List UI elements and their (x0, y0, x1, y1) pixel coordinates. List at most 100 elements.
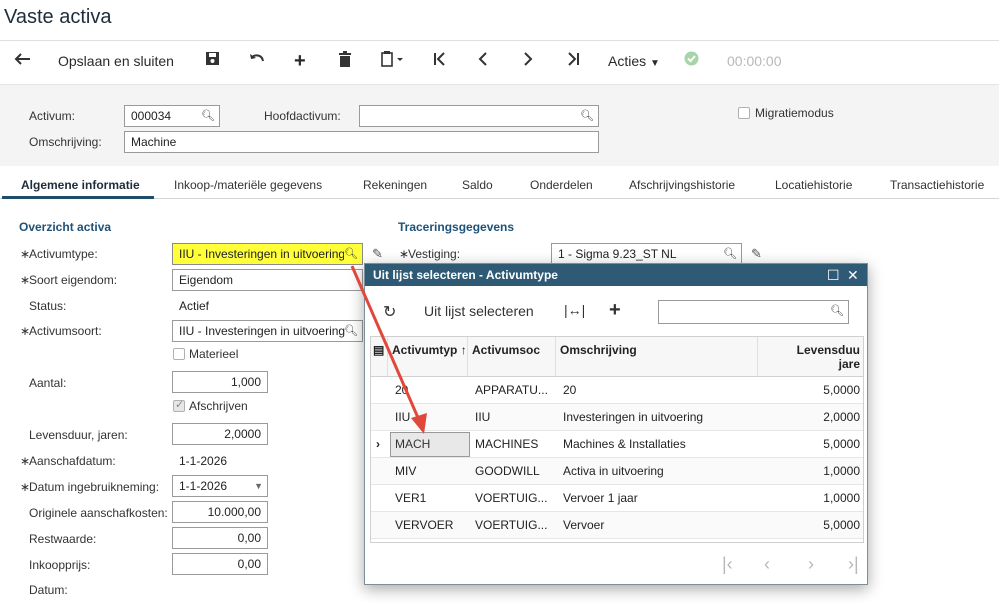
table-row-selected[interactable]: › MACH MACHINES Machines & Installaties … (371, 431, 863, 458)
select-list-dialog: Uit lijst selecteren - Activumtype ☐ ✕ ↻… (364, 263, 868, 585)
close-icon[interactable]: ✕ (847, 264, 859, 286)
levensduur-input[interactable]: 2,0000 (172, 423, 268, 445)
status-value: Actief (179, 299, 210, 313)
active-tab-indicator (2, 196, 154, 199)
tab-algemene-informatie[interactable]: Algemene informatie (21, 178, 140, 192)
undo-icon[interactable] (249, 51, 265, 71)
fit-columns-icon[interactable]: |↔| (564, 302, 585, 318)
cell-levensduur: 1,0000 (823, 491, 860, 505)
last-record-icon[interactable] (566, 51, 580, 71)
back-arrow-icon[interactable] (14, 51, 32, 71)
save-icon[interactable] (205, 51, 220, 71)
aanschafdatum-value: 1-1-2026 (179, 454, 228, 468)
search-icon[interactable]: 🔍︎ (580, 106, 594, 126)
first-page-icon[interactable]: |‹ (722, 554, 733, 575)
table-row[interactable]: MIV GOODWILL Activa in uitvoering 1,0000 (371, 458, 863, 485)
table-row[interactable]: VERVOER VOERTUIG... Vervoer 5,0000 (371, 512, 863, 539)
activumtype-value: IIU - Investeringen in uitvoering (179, 247, 346, 261)
aanschafdatum-label: Aanschafdatum: (20, 454, 116, 468)
sort-ascending-icon: ↑ (460, 343, 467, 357)
ingebruikneming-input[interactable]: 1-1-2026 ▼ (172, 475, 268, 497)
clipboard-icon[interactable] (381, 51, 405, 71)
column-header-activumsoort[interactable]: Activumsoc (468, 337, 556, 377)
inkoopprijs-label: Inkoopprijs: (29, 558, 91, 572)
soort-eigendom-select[interactable]: Eigendom (172, 269, 363, 291)
tab-locatiehistorie[interactable]: Locatiehistorie (775, 178, 852, 192)
orig-kosten-input[interactable]: 10.000,00 (172, 501, 268, 523)
datum-label: Datum: (29, 583, 68, 597)
first-record-icon[interactable] (433, 51, 447, 71)
column-header-omschrijving[interactable]: Omschrijving (556, 337, 758, 377)
actions-label: Acties (608, 53, 647, 69)
edit-pencil-icon[interactable]: ✎ (372, 246, 383, 262)
refresh-icon[interactable]: ↻ (383, 302, 396, 322)
select-from-list-button[interactable]: Uit lijst selecteren (424, 303, 534, 319)
restwaarde-input[interactable]: 0,00 (172, 527, 268, 549)
select-grid: ▤ Activumtyp ↑ Activumsoc Omschrijving L… (370, 336, 864, 543)
vestiging-input[interactable]: 1 - Sigma 9.23_ST NL 🔍︎ (551, 243, 742, 265)
table-row[interactable]: IIU IIU Investeringen in uitvoering 2,00… (371, 404, 863, 431)
search-icon[interactable]: 🔍︎ (830, 301, 844, 321)
previous-page-icon[interactable]: ‹ (764, 554, 770, 575)
tab-rekeningen[interactable]: Rekeningen (363, 178, 427, 192)
search-icon[interactable]: 🔍︎ (723, 244, 737, 264)
activum-value: 000034 (131, 109, 172, 123)
edit-pencil-icon[interactable]: ✎ (751, 246, 762, 262)
next-page-icon[interactable]: › (808, 554, 814, 575)
grid-settings-icon[interactable]: ▤ (371, 337, 388, 377)
table-row[interactable]: 20 APPARATU... 20 5,0000 (371, 377, 863, 404)
aantal-label: Aantal: (29, 376, 67, 390)
activumtype-input[interactable]: IIU - Investeringen in uitvoering 🔍︎ (172, 243, 363, 265)
last-page-icon[interactable]: ›| (848, 554, 859, 575)
hoofdactivum-input[interactable]: 🔍︎ (359, 105, 599, 127)
cell-levensduur: 1,0000 (823, 464, 860, 478)
cell-soort: VOERTUIG... (475, 518, 548, 532)
maximize-icon[interactable]: ☐ (827, 264, 840, 286)
search-input[interactable]: 🔍︎ (658, 300, 849, 324)
cell-levensduur: 5,0000 (823, 383, 860, 397)
actions-menu[interactable]: Acties ▼ (608, 51, 660, 71)
column-header-levensduur[interactable]: Levensduu jare (758, 337, 863, 377)
inkoopprijs-input[interactable]: 0,00 (172, 553, 268, 575)
activumsoort-label: Activumsoort: (20, 324, 102, 338)
afschrijven-checkbox[interactable] (173, 398, 185, 412)
migratiemodus-checkbox[interactable] (738, 107, 750, 119)
search-icon[interactable]: 🔍︎ (201, 106, 215, 126)
cell-soort: GOODWILL (475, 464, 540, 478)
tab-transactiehistorie[interactable]: Transactiehistorie (890, 178, 984, 192)
cell-levensduur: 5,0000 (823, 437, 860, 451)
column-header-activumtype[interactable]: Activumtyp ↑ (388, 337, 468, 377)
search-icon[interactable]: 🔍︎ (344, 321, 358, 341)
table-row[interactable]: VER1 VOERTUIG... Vervoer 1 jaar 1,0000 (371, 485, 863, 512)
soort-eigendom-value: Eigendom (179, 273, 234, 287)
add-icon[interactable]: + (294, 51, 306, 71)
activum-input[interactable]: 000034 🔍︎ (124, 105, 220, 127)
overview-section-title: Overzicht activa (19, 220, 112, 234)
tab-inkoop[interactable]: Inkoop-/materiële gegevens (174, 178, 322, 192)
next-record-icon[interactable] (523, 51, 533, 71)
cell-code: VERVOER (395, 518, 454, 532)
tab-saldo[interactable]: Saldo (462, 178, 493, 192)
tab-afschrijvingshistorie[interactable]: Afschrijvingshistorie (629, 178, 735, 192)
tab-onderdelen[interactable]: Onderdelen (530, 178, 593, 192)
row-pointer-icon: › (376, 437, 380, 451)
cell-omschrijving: Machines & Installaties (563, 437, 686, 451)
materieel-checkbox[interactable] (173, 348, 185, 360)
timer: 00:00:00 (727, 53, 782, 69)
page-title: Vaste activa (4, 6, 112, 28)
omschrijving-input[interactable]: Machine (124, 131, 599, 153)
search-icon[interactable]: 🔍︎ (344, 244, 358, 264)
column-header-label: Activumtyp (392, 343, 458, 357)
activumsoort-input[interactable]: IIU - Investeringen in uitvoering 🔍︎ (172, 320, 363, 342)
aantal-input[interactable]: 1,000 (172, 371, 268, 393)
omschrijving-value: Machine (131, 135, 177, 149)
cell-soort: IIU (475, 410, 491, 424)
delete-icon[interactable] (338, 51, 352, 71)
afschrijven-label: Afschrijven (189, 399, 248, 413)
previous-record-icon[interactable] (478, 51, 488, 71)
dialog-title: Uit lijst selecteren - Activumtype (373, 268, 558, 282)
ingebruikneming-value: 1-1-2026 (179, 479, 228, 493)
chevron-down-icon[interactable]: ▼ (254, 476, 263, 496)
save-close-button[interactable]: Opslaan en sluiten (58, 51, 174, 71)
add-icon[interactable]: + (609, 299, 621, 322)
